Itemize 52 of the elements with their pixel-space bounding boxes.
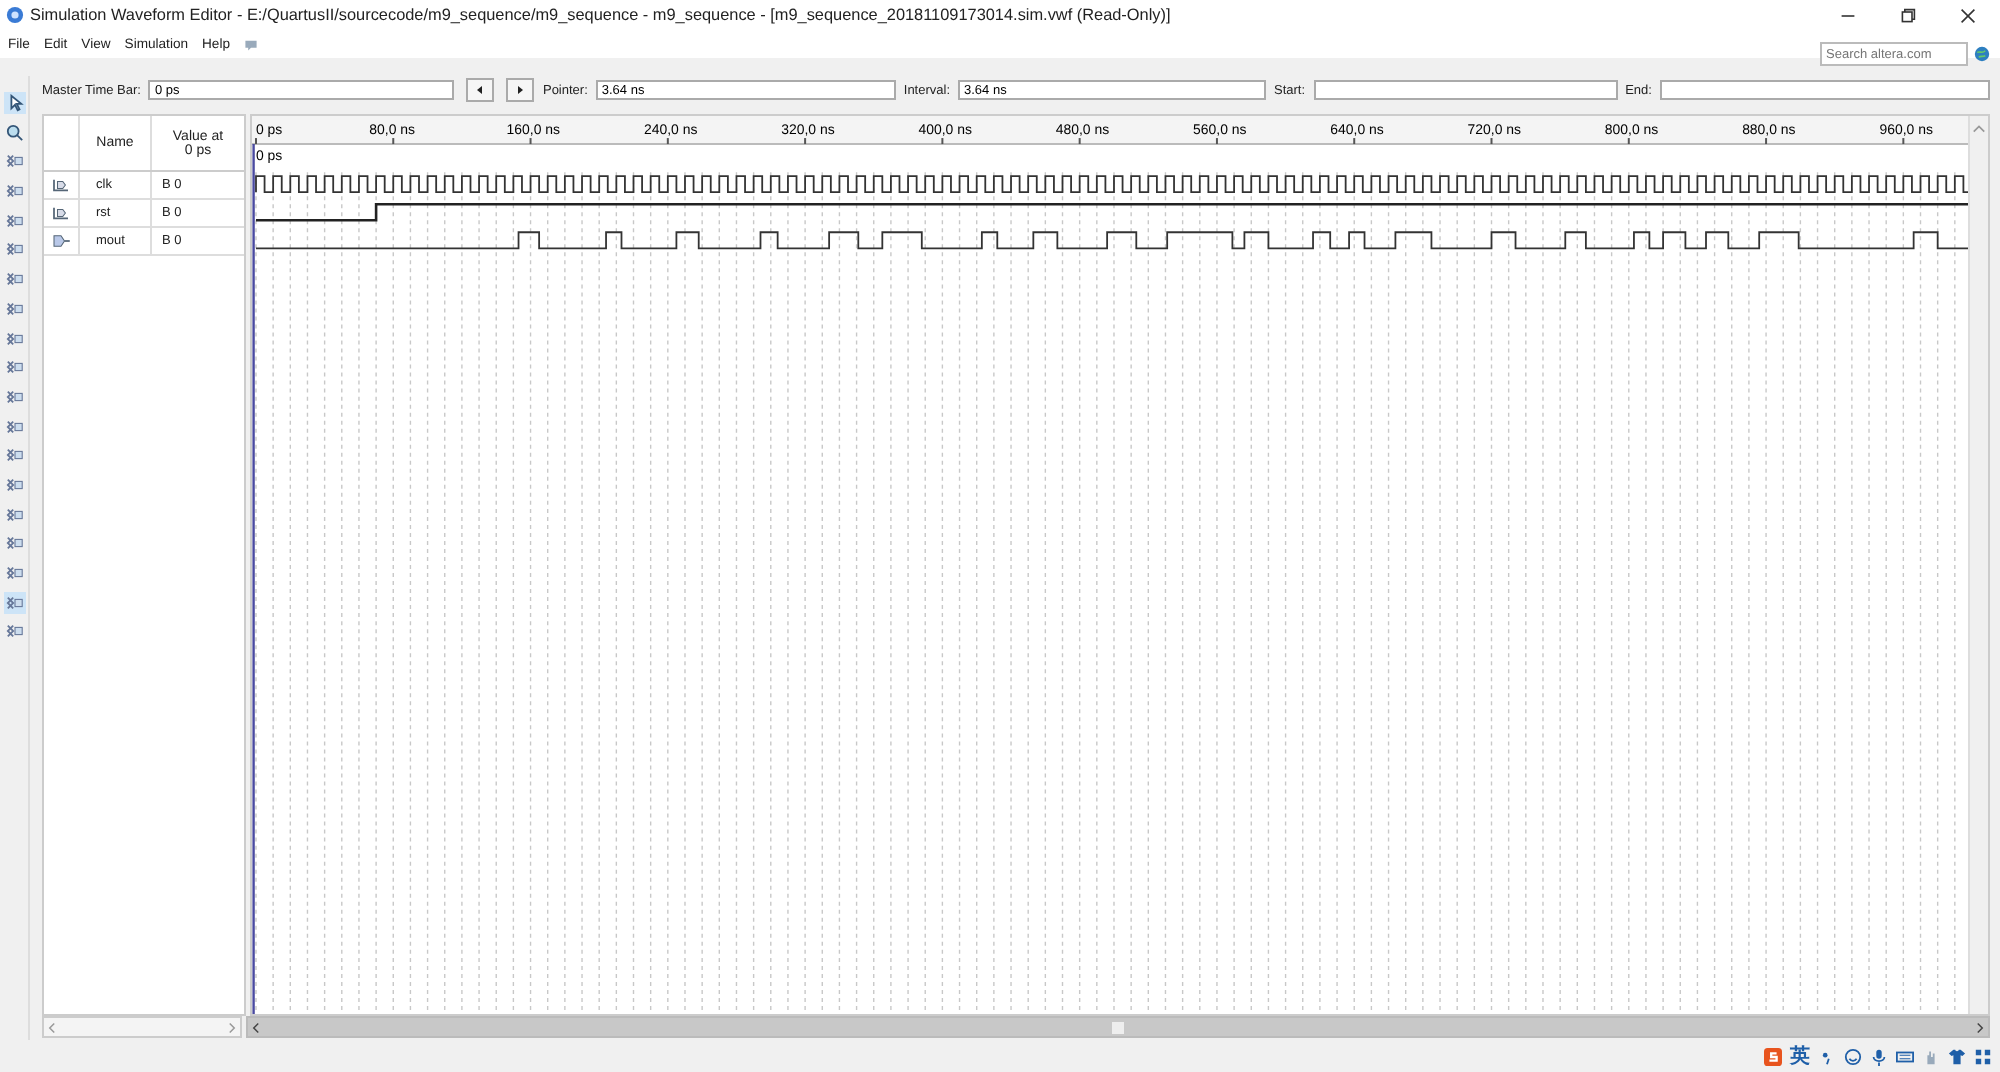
close-icon[interactable] bbox=[1960, 7, 1976, 23]
punctuation-icon[interactable] bbox=[1818, 1047, 1836, 1065]
zoom-icon[interactable] bbox=[3, 121, 25, 144]
previous-button[interactable] bbox=[466, 78, 495, 102]
time-field[interactable] bbox=[1313, 80, 1618, 100]
right-chevron-icon[interactable] bbox=[1976, 1021, 1984, 1033]
output-pin-icon bbox=[52, 234, 70, 248]
right-chevron-icon[interactable] bbox=[228, 1021, 236, 1033]
tool-icon[interactable] bbox=[3, 503, 25, 526]
tool-icon[interactable] bbox=[3, 209, 25, 232]
app-icon bbox=[6, 6, 24, 24]
left-triangle-icon bbox=[474, 84, 487, 96]
horizontal-scrollbar[interactable] bbox=[246, 1016, 1990, 1038]
keyboard-icon[interactable] bbox=[1896, 1047, 1914, 1065]
tool-icon[interactable] bbox=[3, 415, 25, 438]
tool-icon[interactable] bbox=[3, 591, 25, 614]
tool-icon[interactable] bbox=[3, 327, 25, 349]
time-field[interactable] bbox=[1659, 80, 1990, 100]
input-pin-icon bbox=[52, 178, 70, 192]
scrollbar-thumb[interactable] bbox=[1112, 1021, 1124, 1033]
smiley-icon[interactable] bbox=[1844, 1047, 1862, 1065]
window-title: Simulation Waveform Editor - E:/QuartusII/sourcecode/m9_sequence/m9_sequence - m9_sequence - [m9_sequence_20181109173014.sim.vwf (Read-Only)] bbox=[30, 6, 1171, 24]
tool-icon[interactable] bbox=[3, 562, 25, 584]
tool-icon[interactable] bbox=[3, 297, 25, 320]
vertical-scrollbar[interactable] bbox=[1968, 116, 1988, 1014]
restore-icon[interactable] bbox=[1900, 7, 1916, 23]
microphone-icon[interactable] bbox=[1870, 1047, 1888, 1065]
up-chevron-icon[interactable] bbox=[1972, 124, 1986, 134]
left-chevron-icon[interactable] bbox=[48, 1021, 56, 1033]
hand-icon[interactable] bbox=[1922, 1047, 1940, 1065]
grid-icon[interactable] bbox=[1974, 1047, 1992, 1065]
help-bubble-icon[interactable] bbox=[244, 37, 258, 51]
tool-icon[interactable] bbox=[3, 180, 25, 203]
tool-icon[interactable] bbox=[3, 238, 25, 261]
tool-icon[interactable] bbox=[3, 385, 25, 408]
horizontal-scrollbar[interactable] bbox=[42, 1016, 242, 1038]
input-pin-icon bbox=[52, 206, 70, 220]
shirt-icon[interactable] bbox=[1948, 1047, 1966, 1065]
ime-logo-icon[interactable] bbox=[1764, 1047, 1782, 1065]
next-button[interactable] bbox=[506, 78, 535, 102]
tool-icon[interactable] bbox=[3, 532, 25, 555]
tool-icon[interactable] bbox=[3, 356, 25, 379]
tool-icon[interactable] bbox=[3, 620, 25, 643]
left-chevron-icon[interactable] bbox=[252, 1021, 260, 1033]
ime-language[interactable]: 英 bbox=[1790, 1042, 1810, 1070]
globe-icon[interactable] bbox=[1974, 46, 1990, 62]
tool-icon[interactable] bbox=[3, 268, 25, 291]
right-triangle-icon bbox=[514, 84, 527, 96]
pointer-icon[interactable] bbox=[3, 92, 25, 114]
tool-icon[interactable] bbox=[3, 444, 25, 467]
tool-icon[interactable] bbox=[3, 150, 25, 173]
tool-icon[interactable] bbox=[3, 473, 25, 496]
